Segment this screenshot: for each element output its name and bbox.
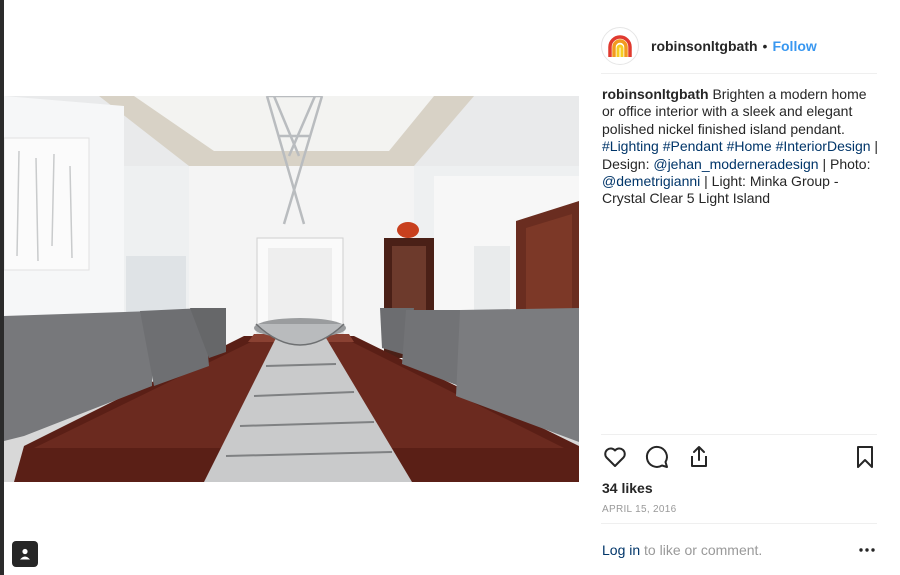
- share-button[interactable]: [685, 443, 713, 471]
- ellipsis-icon: [859, 548, 875, 552]
- post-caption: robinsonltgbath Brighten a modern home o…: [602, 86, 882, 208]
- comment-button[interactable]: [643, 443, 671, 471]
- header-username[interactable]: robinsonltgbath: [651, 38, 758, 54]
- post-photo[interactable]: [4, 96, 579, 482]
- hashtag-lighting[interactable]: #Lighting: [602, 138, 659, 154]
- caption-username[interactable]: robinsonltgbath: [602, 86, 709, 102]
- post-actions: [601, 443, 877, 473]
- caption-photo-prefix: | Photo:: [822, 155, 871, 172]
- avatar[interactable]: [601, 26, 639, 65]
- bookmark-icon: [857, 446, 873, 468]
- follow-button[interactable]: Follow: [772, 38, 816, 54]
- more-options-button[interactable]: [856, 540, 878, 560]
- heart-icon: [604, 447, 626, 467]
- bottom-divider: [601, 523, 877, 524]
- login-link[interactable]: Log in: [602, 542, 640, 558]
- post-header: robinsonltgbath • Follow: [601, 18, 877, 74]
- mention-photographer[interactable]: @demetrigianni: [602, 173, 700, 189]
- dining-room-photo: [4, 96, 579, 482]
- like-button[interactable]: [601, 443, 629, 471]
- header-separator: •: [762, 37, 768, 54]
- hashtag-interiordesign[interactable]: #InteriorDesign: [776, 138, 871, 154]
- actions-divider: [601, 434, 877, 435]
- post-date: APRIL 15, 2016: [602, 504, 677, 515]
- hashtag-home[interactable]: #Home: [727, 138, 772, 154]
- likes-count[interactable]: 34 likes: [602, 480, 653, 496]
- share-icon: [691, 446, 707, 467]
- rainbow-logo-icon: [608, 34, 632, 57]
- save-button[interactable]: [851, 443, 879, 471]
- login-prompt: Log in to like or comment.: [602, 542, 762, 558]
- hashtag-pendant[interactable]: #Pendant: [663, 138, 723, 154]
- user-tag-icon: [20, 548, 30, 560]
- tagged-users-button[interactable]: [12, 541, 38, 567]
- mention-designer[interactable]: @jehan_moderneradesign: [653, 156, 818, 172]
- login-prompt-text: to like or comment.: [644, 542, 763, 558]
- comment-icon: [645, 445, 668, 468]
